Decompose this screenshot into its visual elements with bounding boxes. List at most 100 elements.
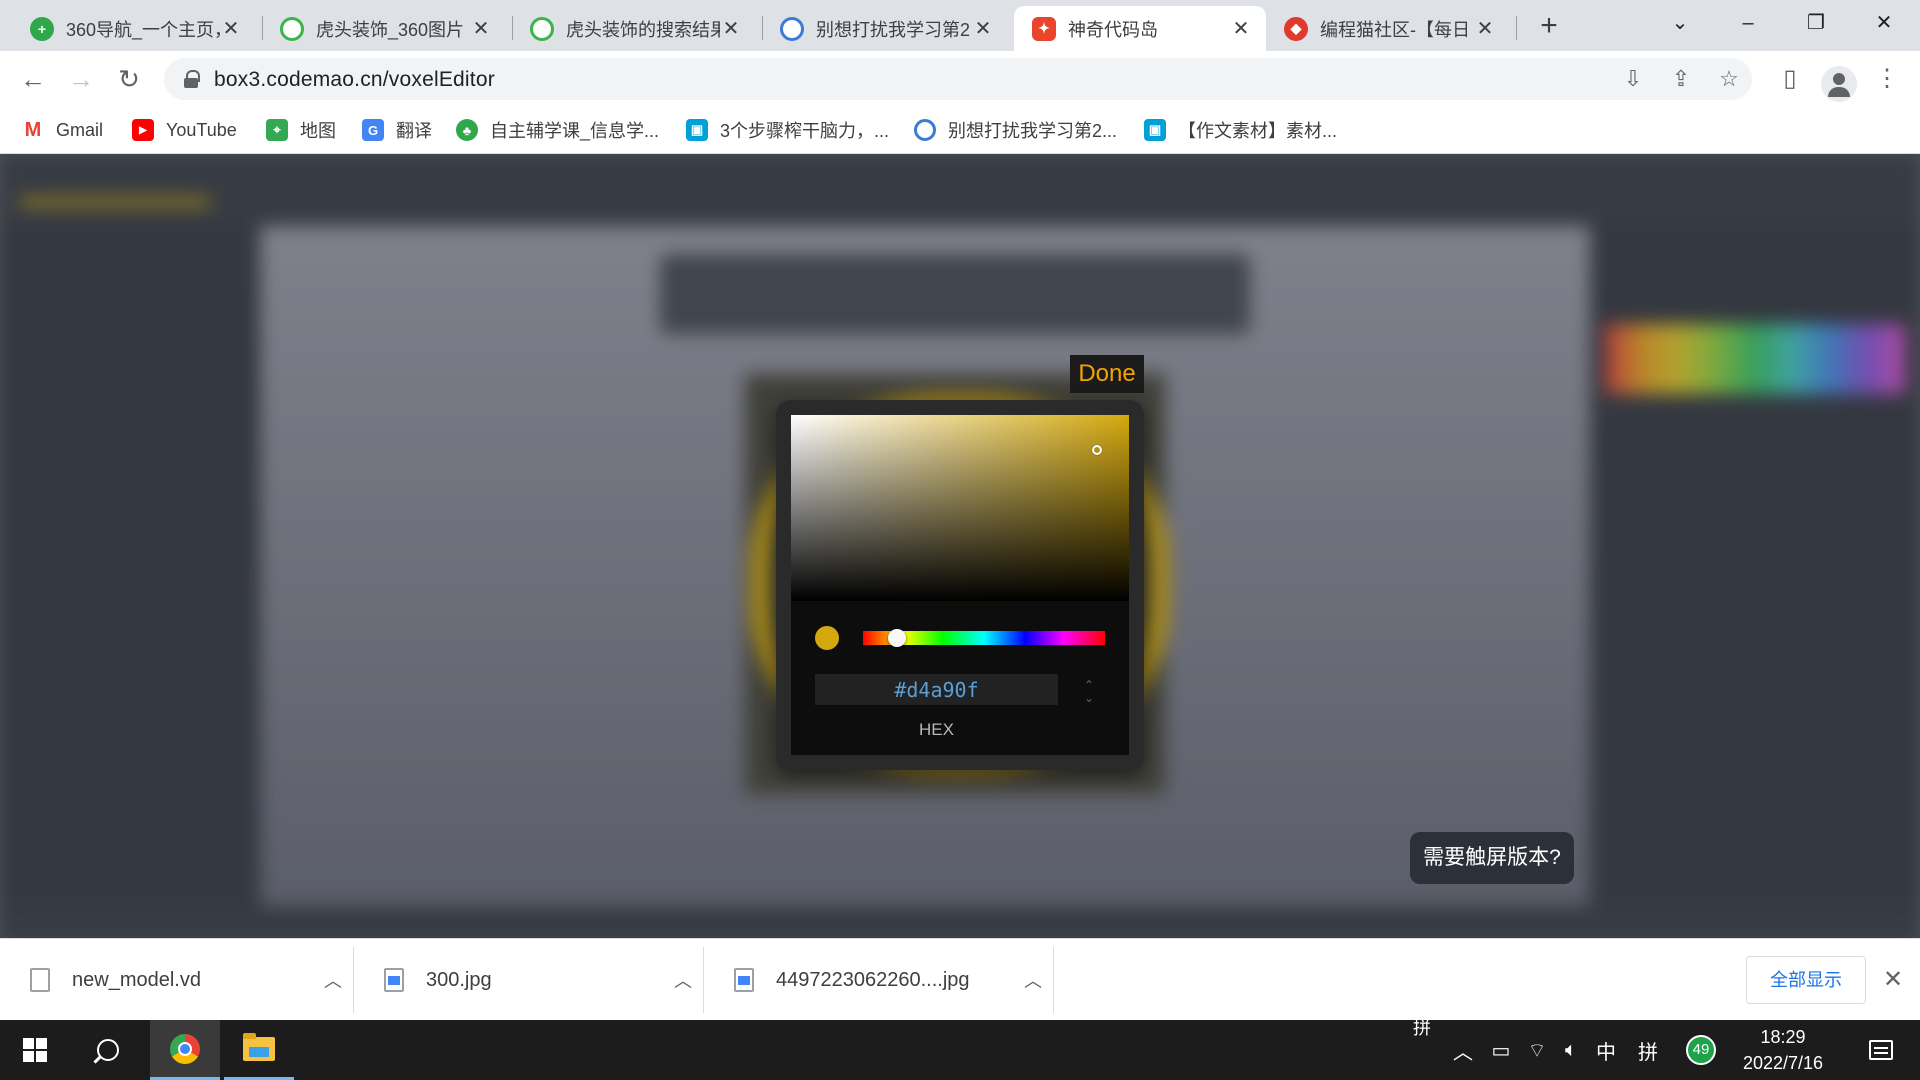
saturation-value-area[interactable] [791, 415, 1129, 601]
search-button[interactable] [78, 1020, 138, 1080]
clock-time: 18:29 [1760, 1027, 1806, 1047]
tab-title: 别想打扰我学习第2 [816, 19, 971, 40]
tab-codemao-community[interactable]: ◆ 编程猫社区-【每日 ✕ [1266, 6, 1510, 51]
close-icon[interactable]: ✕ [720, 16, 742, 41]
browser-toolbar: ← → ↻ box3.codemao.cn/voxelEditor ⇩ ⇪ ☆ … [0, 51, 1920, 107]
chevron-up-icon[interactable]: ︿ [313, 967, 353, 993]
download-item[interactable]: 300.jpg ︿ [354, 947, 704, 1013]
download-item[interactable]: 4497223062260....jpg ︿ [704, 947, 1054, 1013]
menu-kebab-icon[interactable]: ⋮ [1868, 60, 1906, 98]
taskbar-chrome[interactable] [150, 1020, 220, 1080]
bookmark-bilibili-2[interactable]: ▣ 【作文素材】素材... [1144, 115, 1337, 145]
bookmark-label: 别想打扰我学习第2... [948, 121, 1118, 141]
bookmark-label: 【作文素材】素材... [1178, 121, 1338, 141]
back-arrow-icon[interactable]: ← [14, 60, 52, 98]
downloads-shelf: new_model.vd ︿ 300.jpg ︿ 4497223062260..… [0, 938, 1920, 1020]
new-tab-button[interactable]: + [1534, 8, 1564, 44]
notification-count-badge: 49 [1686, 1035, 1716, 1065]
volume-icon[interactable]: 🔈︎ [1556, 1020, 1586, 1080]
color-picker-body: HEX ⌃⌄ [791, 415, 1129, 755]
bookmark-label: YouTube [166, 119, 237, 140]
url-text[interactable]: box3.codemao.cn/voxelEditor [214, 68, 495, 92]
tab-360-nav[interactable]: + 360导航_一个主页， ✕ [12, 6, 256, 51]
taskbar-file-explorer[interactable] [224, 1020, 294, 1080]
profile-avatar-icon[interactable] [1821, 66, 1857, 102]
action-center-button[interactable] [1856, 1020, 1906, 1080]
chevron-up-icon[interactable]: ︿ [663, 967, 703, 993]
tab-search-results[interactable]: 虎头装饰的搜索结果 ✕ [512, 6, 756, 51]
bookmark-gmail[interactable]: M Gmail [22, 115, 103, 145]
color-mode-label: HEX [919, 720, 954, 739]
tab-title: 神奇代码岛 [1068, 19, 1158, 40]
close-icon[interactable]: ✕ [1474, 16, 1496, 41]
tab-study[interactable]: 别想打扰我学习第2 ✕ [762, 6, 1008, 51]
start-button[interactable] [0, 1020, 70, 1080]
bookmark-self-study[interactable]: ♣ 自主辅学课_信息学... [456, 115, 659, 145]
bilibili-icon: ▣ [1144, 119, 1166, 141]
tab-360-images[interactable]: 虎头装饰_360图片 ✕ [262, 6, 506, 51]
bookmark-label: 自主辅学课_信息学... [490, 121, 660, 141]
codemao-icon: ✦ [1032, 16, 1056, 41]
codemao-cat-icon: ◆ [1284, 16, 1308, 41]
close-icon[interactable]: ✕ [1230, 16, 1252, 41]
close-icon[interactable]: ✕ [470, 16, 492, 41]
show-hidden-icons-chevron-icon[interactable]: ︿ [1448, 1020, 1478, 1080]
folder-icon [243, 1032, 275, 1061]
clock[interactable]: 18:29 2022/7/16 [1735, 1024, 1831, 1076]
show-all-downloads-button[interactable]: 全部显示 [1746, 956, 1866, 1004]
download-item[interactable]: new_model.vd ︿ [0, 947, 354, 1013]
bookmark-star-icon[interactable]: ☆ [1716, 66, 1742, 92]
bookmark-maps[interactable]: ⌖ 地图 [266, 115, 336, 145]
download-filename: new_model.vd [72, 968, 201, 991]
saturation-value-thumb[interactable] [1092, 445, 1102, 455]
touch-version-tooltip[interactable]: 需要触屏版本? [1410, 832, 1574, 884]
image-file-icon [384, 968, 404, 992]
360-image-icon [280, 16, 304, 41]
share-icon[interactable]: ⇪ [1668, 66, 1694, 92]
bookmarks-bar: M Gmail ▶ YouTube ⌖ 地图 G 翻译 ♣ 自主辅学课_信息学.… [0, 107, 1920, 154]
bookmark-translate[interactable]: G 翻译 [362, 115, 432, 145]
bookmark-study[interactable]: 别想打扰我学习第2... [914, 115, 1117, 145]
leaf-icon: ♣ [456, 119, 478, 141]
reload-icon[interactable]: ↻ [110, 60, 148, 98]
hue-slider-thumb[interactable] [888, 629, 906, 647]
study-icon [780, 16, 804, 41]
youtube-icon: ▶ [132, 119, 154, 141]
install-app-icon[interactable]: ⇩ [1620, 66, 1646, 92]
360-icon: + [30, 16, 54, 41]
bookmark-bilibili-1[interactable]: ▣ 3个步骤榨干脑力，... [686, 115, 889, 145]
gmail-icon: M [24, 118, 42, 141]
done-button[interactable]: Done [1070, 355, 1144, 393]
address-bar[interactable]: box3.codemao.cn/voxelEditor ⇩ ⇪ ☆ [164, 58, 1752, 100]
tab-search-chevron-icon[interactable]: ⌄ [1652, 6, 1708, 40]
bookmark-label: 翻译 [396, 121, 432, 141]
close-icon[interactable]: ✕ [972, 16, 994, 41]
image-file-icon [734, 968, 754, 992]
clock-date: 2022/7/16 [1742, 1053, 1824, 1073]
tray-badge[interactable]: 49 [1684, 1020, 1718, 1080]
battery-icon[interactable]: ▭ [1484, 1020, 1518, 1080]
close-window-icon[interactable]: ✕ [1856, 6, 1912, 40]
wifi-icon[interactable]: ⌔ [1522, 1020, 1552, 1080]
tab-box3-active[interactable]: ✦ 神奇代码岛 ✕ [1014, 6, 1266, 51]
bookmark-youtube[interactable]: ▶ YouTube [132, 115, 237, 145]
chevron-up-icon[interactable]: ︿ [1013, 967, 1053, 993]
tab-separator [1516, 16, 1517, 40]
download-filename: 300.jpg [426, 968, 492, 991]
tab-title: 虎头装饰的搜索结果 [566, 19, 720, 40]
minimize-icon[interactable]: – [1720, 6, 1776, 40]
close-icon[interactable]: ✕ [220, 16, 242, 41]
close-icon[interactable]: ✕ [1878, 963, 1908, 997]
hex-input[interactable] [815, 674, 1058, 705]
ime-indicator-top[interactable]: 拼 [1408, 1012, 1436, 1042]
forward-arrow-icon[interactable]: → [62, 60, 100, 98]
ime-layout[interactable]: 拼 [1632, 1020, 1664, 1080]
current-color-swatch [815, 626, 839, 650]
maps-icon: ⌖ [266, 119, 288, 141]
restore-icon[interactable]: ❐ [1788, 6, 1844, 40]
mode-toggle-arrows-icon[interactable]: ⌃ ⌄ [1080, 679, 1098, 709]
ime-mode[interactable]: 中 [1590, 1020, 1622, 1080]
chrome-icon [170, 1033, 200, 1064]
side-panel-icon[interactable]: ▯ [1771, 60, 1809, 98]
lock-icon[interactable] [184, 70, 200, 88]
